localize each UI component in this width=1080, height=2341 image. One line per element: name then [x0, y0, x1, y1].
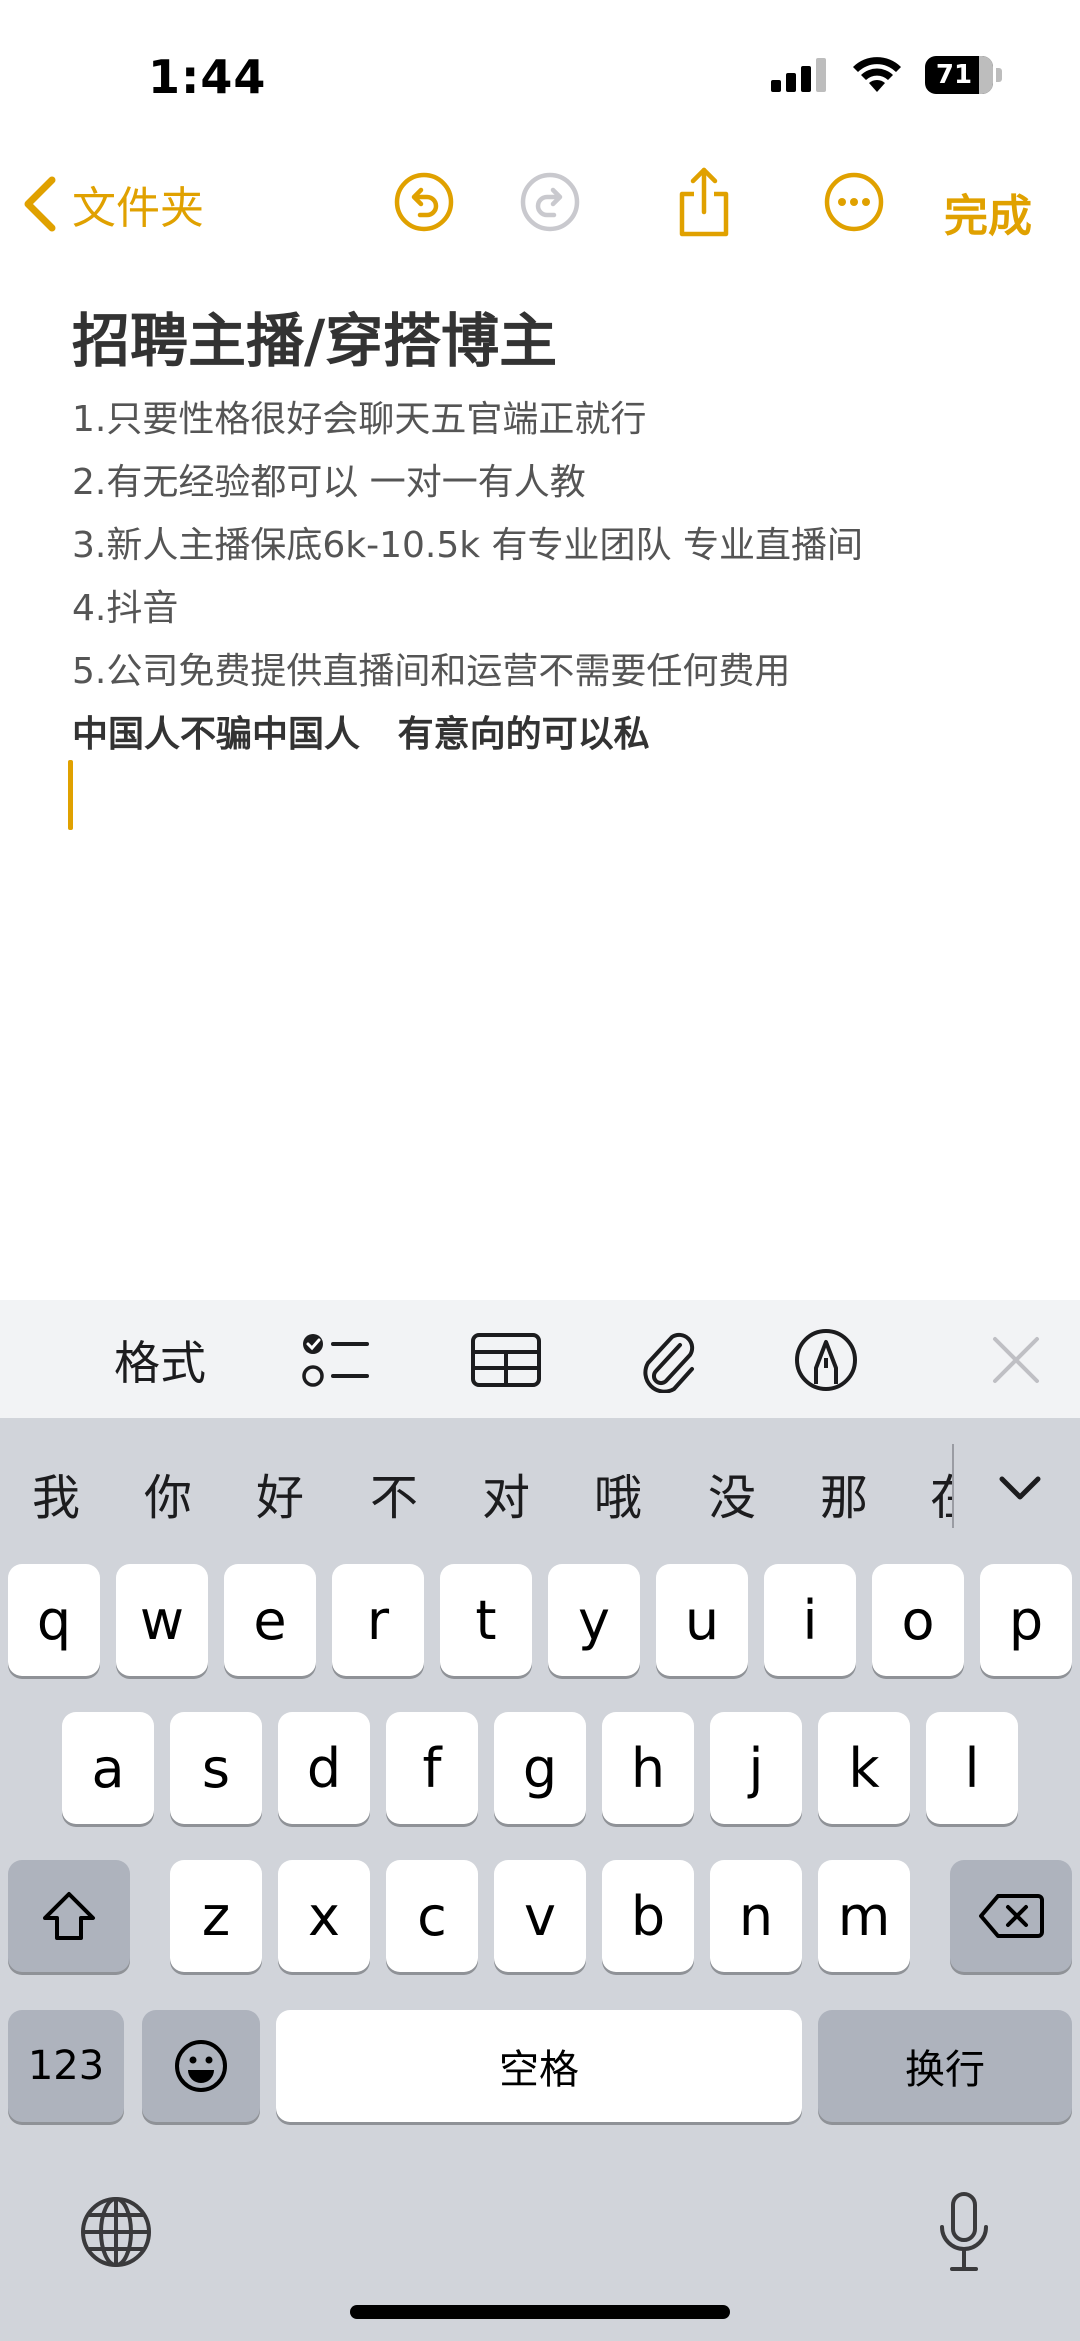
note-line: 4.抖音: [72, 588, 179, 629]
undo-icon: [394, 172, 454, 232]
status-icons: 71: [771, 56, 1002, 94]
key-i[interactable]: i: [764, 1564, 856, 1676]
key-g[interactable]: g: [494, 1712, 586, 1824]
expand-candidates-button[interactable]: [990, 1458, 1050, 1518]
candidate-word[interactable]: 你: [144, 1458, 192, 1528]
key-s[interactable]: s: [170, 1712, 262, 1824]
emoji-key[interactable]: [142, 2010, 260, 2122]
candidate-word[interactable]: 在: [930, 1470, 952, 1526]
done-button[interactable]: 完成: [944, 180, 1032, 244]
globe-button[interactable]: [76, 2192, 156, 2272]
microphone-icon: [940, 2192, 988, 2271]
note-line: 2.有无经验都可以 一对一有人教: [72, 462, 586, 503]
share-button[interactable]: [672, 167, 736, 237]
key-m[interactable]: m: [818, 1860, 910, 1972]
chevron-left-icon: [24, 176, 56, 232]
markup-button[interactable]: [786, 1320, 866, 1400]
note-line-bold: 中国人不骗中国人 有意向的可以私: [72, 714, 650, 755]
home-indicator[interactable]: [350, 2305, 730, 2319]
table-button[interactable]: [466, 1320, 546, 1400]
cellular-signal-icon: [771, 58, 826, 92]
redo-button[interactable]: [518, 170, 582, 234]
candidate-word[interactable]: 不: [370, 1458, 418, 1528]
more-button[interactable]: [822, 170, 886, 234]
note-line: 5.公司免费提供直播间和运营不需要任何费用: [72, 651, 791, 692]
space-key[interactable]: 空格: [276, 2010, 802, 2122]
close-toolbar-button[interactable]: [984, 1320, 1048, 1400]
key-u[interactable]: u: [656, 1564, 748, 1676]
key-p[interactable]: p: [980, 1564, 1072, 1676]
checklist-button[interactable]: [296, 1320, 376, 1400]
checklist-icon: [302, 1334, 369, 1387]
back-label: 文件夹: [72, 183, 204, 234]
chevron-down-icon: [999, 1476, 1041, 1500]
key-z[interactable]: z: [170, 1860, 262, 1972]
status-time: 1:44: [148, 50, 267, 104]
more-icon: [824, 172, 884, 232]
key-r[interactable]: r: [332, 1564, 424, 1676]
key-e[interactable]: e: [224, 1564, 316, 1676]
redo-icon: [520, 172, 580, 232]
battery-tip: [996, 68, 1002, 82]
key-t[interactable]: t: [440, 1564, 532, 1676]
globe-icon: [81, 2197, 151, 2267]
close-icon: [993, 1337, 1039, 1383]
shift-icon: [43, 1892, 95, 1940]
battery-icon: 71: [925, 56, 993, 94]
candidate-word[interactable]: 对: [482, 1458, 530, 1528]
key-f[interactable]: f: [386, 1712, 478, 1824]
candidate-word[interactable]: 我: [32, 1458, 80, 1528]
dictation-button[interactable]: [924, 2188, 1004, 2278]
wifi-icon: [853, 57, 901, 92]
key-o[interactable]: o: [872, 1564, 964, 1676]
key-q[interactable]: q: [8, 1564, 100, 1676]
delete-key[interactable]: [950, 1860, 1072, 1972]
attachment-button[interactable]: [628, 1320, 708, 1400]
delete-backspace-icon: [979, 1894, 1044, 1938]
note-title[interactable]: 招聘主播/穿搭博主: [72, 294, 557, 378]
paperclip-icon: [643, 1332, 695, 1393]
share-icon: [679, 167, 729, 237]
text-cursor: [68, 760, 73, 830]
key-c[interactable]: c: [386, 1860, 478, 1972]
markup-pen-icon: [795, 1329, 857, 1391]
candidate-overflow-clip: 在: [930, 1458, 952, 1538]
key-w[interactable]: w: [116, 1564, 208, 1676]
key-j[interactable]: j: [710, 1712, 802, 1824]
candidate-word[interactable]: 没: [708, 1458, 756, 1528]
back-button[interactable]: 文件夹: [22, 172, 204, 236]
key-y[interactable]: y: [548, 1564, 640, 1676]
key-n[interactable]: n: [710, 1860, 802, 1972]
numbers-key[interactable]: 123: [8, 2010, 124, 2122]
note-body[interactable]: 1.只要性格很好会聊天五官端正就行 2.有无经验都可以 一对一有人教 3.新人主…: [72, 392, 863, 770]
key-d[interactable]: d: [278, 1712, 370, 1824]
note-line: 1.只要性格很好会聊天五官端正就行: [72, 399, 647, 440]
key-l[interactable]: l: [926, 1712, 1018, 1824]
key-h[interactable]: h: [602, 1712, 694, 1824]
format-label: 格式: [114, 1336, 206, 1390]
return-key[interactable]: 换行: [818, 2010, 1072, 2122]
candidate-word[interactable]: 好: [256, 1458, 304, 1528]
key-a[interactable]: a: [62, 1712, 154, 1824]
battery-level: 71: [935, 60, 973, 90]
key-x[interactable]: x: [278, 1860, 370, 1972]
format-button[interactable]: 格式: [100, 1320, 220, 1400]
note-line: 3.新人主播保底6k-10.5k 有专业团队 专业直播间: [72, 525, 863, 566]
shift-key[interactable]: [8, 1860, 130, 1972]
key-b[interactable]: b: [602, 1860, 694, 1972]
undo-button[interactable]: [392, 170, 456, 234]
key-v[interactable]: v: [494, 1860, 586, 1972]
emoji-icon: [175, 2040, 227, 2092]
candidate-word[interactable]: 哦: [594, 1458, 642, 1528]
candidate-divider: [952, 1444, 954, 1528]
key-k[interactable]: k: [818, 1712, 910, 1824]
candidate-word[interactable]: 那: [820, 1458, 868, 1528]
table-icon: [471, 1333, 541, 1387]
